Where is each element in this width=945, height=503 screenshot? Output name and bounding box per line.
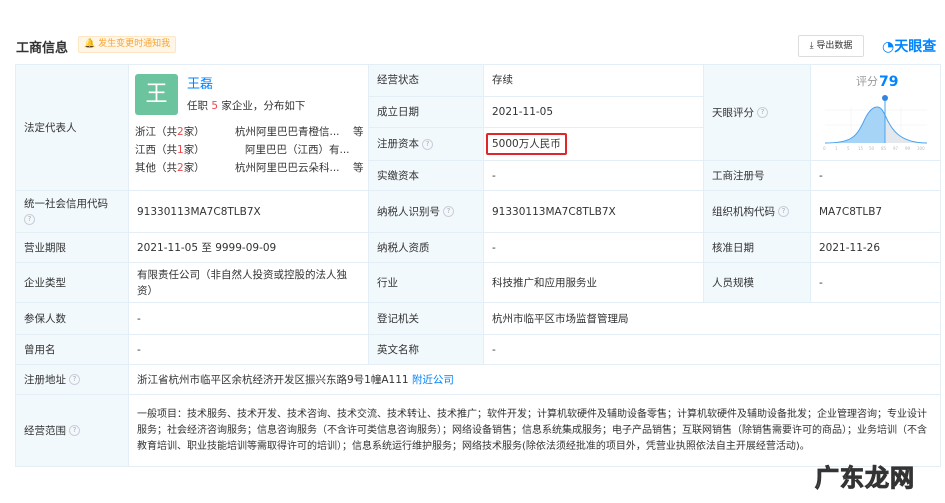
region-row[interactable]: 江西（共1家） 阿里巴巴（江西）有... [135, 142, 365, 158]
paid-capital-label: 实缴资本 [368, 160, 484, 191]
tax-id-value: 91330113MA7C8TLB7X [483, 190, 704, 233]
staff-label: 人员规模 [703, 262, 811, 303]
english-name-label: 英文名称 [368, 334, 484, 365]
section-title: 工商信息 [16, 41, 69, 56]
term-value: 2021-11-05 至 9999-09-09 [128, 232, 369, 263]
legal-rep-cell: 王 王磊 任职 5 家企业，分布如下 浙江（共2家） 杭州阿里巴巴青橙信... 等 … [128, 64, 369, 191]
tick-label: 15 [858, 146, 864, 151]
tick-label: 1 [835, 146, 838, 151]
score-chart: 评分 79 0 1 5 15 50 85 97 99 100 [810, 64, 941, 161]
capital-value-highlight: 5000万人民币 [486, 133, 567, 156]
score-caption: 评分 [856, 75, 878, 88]
address-value: 浙江省杭州市临平区余杭经济开发区振兴东路9号1幢A111 [137, 373, 409, 386]
industry-value: 科技推广和应用服务业 [483, 262, 704, 303]
tick-label: 99 [905, 146, 911, 151]
tax-id-label: 纳税人识别号? [368, 190, 484, 233]
notify-on-change-button[interactable]: 🔔 发生变更时通知我 [78, 36, 177, 53]
tick-label: 85 [881, 146, 887, 151]
status-label: 经营状态 [368, 64, 484, 97]
score-marker [882, 95, 888, 101]
nearby-companies-link[interactable]: 附近公司 [412, 374, 454, 386]
english-name-value: - [483, 334, 941, 365]
authority-label: 登记机关 [368, 302, 484, 335]
approved-value: 2021-11-26 [810, 232, 941, 263]
address-cell: 浙江省杭州市临平区余杭经济开发区振兴东路9号1幢A111 附近公司 [128, 364, 941, 395]
capital-cell: 5000万人民币 [483, 127, 704, 161]
former-name-value: - [128, 334, 369, 365]
address-label: 注册地址? [15, 364, 129, 395]
score-value: 79 [879, 74, 898, 90]
legal-rep-name-link[interactable]: 王磊 [187, 77, 213, 93]
insured-value: - [128, 302, 369, 335]
founded-value: 2021-11-05 [483, 95, 704, 129]
business-info-table: 法定代表人 王 王磊 任职 5 家企业，分布如下 浙江（共2家） 杭州阿里巴巴青橙… [15, 64, 941, 467]
export-data-button[interactable]: ⤓ 导出数据 [798, 35, 864, 57]
authority-value: 杭州市临平区市场监督管理局 [483, 302, 941, 335]
scope-label: 经营范围? [15, 394, 129, 467]
reg-no-value: - [810, 160, 941, 191]
notify-label: 发生变更时通知我 [98, 39, 171, 49]
reg-no-label: 工商注册号 [703, 160, 811, 191]
watermark: 广东龙网 [815, 464, 915, 493]
type-label: 企业类型 [15, 262, 129, 303]
credit-code-label: 统一社会信用代码? [15, 190, 129, 233]
help-icon[interactable]: ? [443, 206, 454, 217]
help-icon[interactable]: ? [69, 425, 80, 436]
legal-rep-label: 法定代表人 [15, 64, 129, 191]
org-code-label: 组织机构代码? [703, 190, 811, 233]
help-icon[interactable]: ? [422, 138, 433, 150]
tick-label: 50 [869, 146, 875, 151]
scope-value: 一般项目：技术服务、技术开发、技术咨询、技术交流、技术转让、技术推广；软件开发；… [128, 394, 941, 467]
score-label: 天眼评分? [703, 64, 811, 161]
help-icon[interactable]: ? [69, 374, 80, 385]
tianyancha-logo: ◔天眼查 [882, 39, 937, 55]
tax-qual-label: 纳税人资质 [368, 232, 484, 263]
export-label: 导出数据 [816, 41, 853, 51]
industry-label: 行业 [368, 262, 484, 303]
tick-label: 97 [893, 146, 899, 151]
tick-label: 5 [847, 146, 850, 151]
org-code-value: MA7C8TLB7 [810, 190, 941, 233]
tick-label: 100 [917, 146, 925, 151]
legal-rep-summary: 任职 5 家企业，分布如下 [187, 99, 306, 112]
help-icon[interactable]: ? [757, 107, 768, 118]
credit-code-value: 91330113MA7C8TLB7X [128, 190, 369, 233]
help-icon[interactable]: ? [24, 214, 35, 225]
founded-label: 成立日期 [368, 95, 484, 129]
avatar: 王 [135, 73, 178, 115]
tax-qual-value: - [483, 232, 704, 263]
region-row[interactable]: 其他（共2家） 杭州阿里巴巴云朵科... 等 [135, 160, 365, 176]
tick-label: 0 [823, 146, 826, 151]
region-row[interactable]: 浙江（共2家） 杭州阿里巴巴青橙信... 等 [135, 124, 365, 140]
insured-label: 参保人数 [15, 302, 129, 335]
help-icon[interactable]: ? [778, 206, 789, 217]
paid-capital-value: - [483, 160, 704, 191]
status-value: 存续 [483, 64, 704, 97]
staff-value: - [810, 262, 941, 303]
type-value: 有限责任公司（非自然人投资或控股的法人独资） [128, 262, 369, 303]
former-name-label: 曾用名 [15, 334, 129, 365]
capital-label: 注册资本? [368, 127, 484, 161]
term-label: 营业期限 [15, 232, 129, 263]
approved-label: 核准日期 [703, 232, 811, 263]
